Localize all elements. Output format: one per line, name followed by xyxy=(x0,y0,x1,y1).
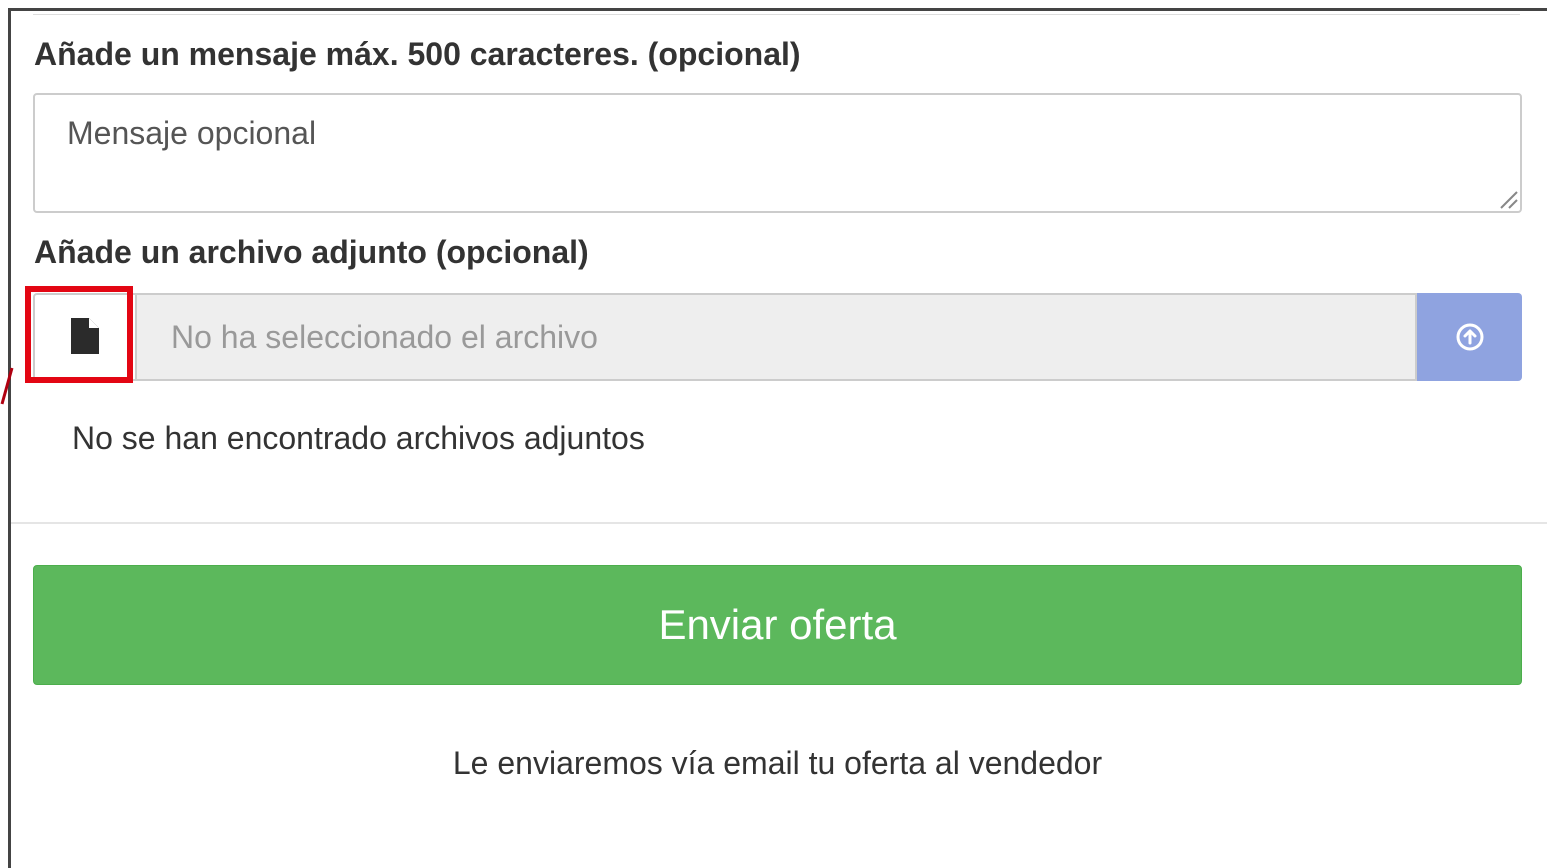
attachment-label: Añade un archivo adjunto (opcional) xyxy=(34,234,589,270)
no-attachments-message: No se han encontrado archivos adjuntos xyxy=(72,420,645,456)
file-name-display[interactable]: No ha seleccionado el archivo xyxy=(135,293,1417,381)
top-divider xyxy=(33,11,1520,15)
section-divider xyxy=(11,522,1547,524)
file-input-group: No ha seleccionado el archivo xyxy=(33,293,1522,381)
annotation-pointer-line xyxy=(0,367,14,405)
submit-offer-button[interactable]: Enviar oferta xyxy=(33,565,1522,685)
upload-circle-arrow-icon xyxy=(1456,323,1483,351)
email-notice: Le enviaremos vía email tu oferta al ven… xyxy=(452,745,1103,781)
upload-button[interactable] xyxy=(1417,293,1522,381)
file-addon xyxy=(33,293,135,381)
resize-grip-icon[interactable] xyxy=(1497,188,1519,210)
message-label: Añade un mensaje máx. 500 caracteres. (o… xyxy=(34,36,801,72)
message-textarea[interactable] xyxy=(33,93,1522,213)
file-icon xyxy=(71,318,99,354)
